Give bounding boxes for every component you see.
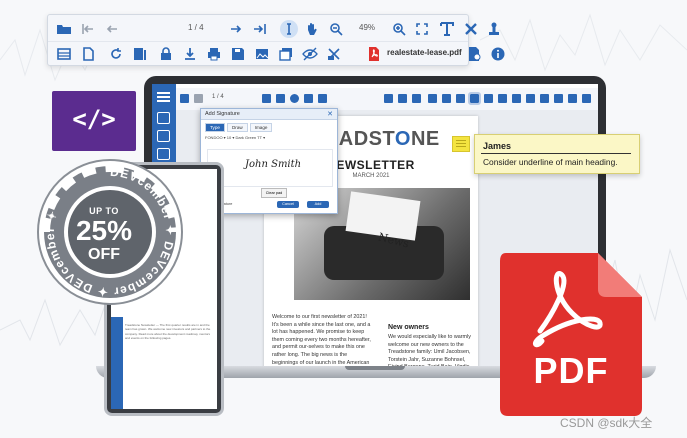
open-folder-icon[interactable] [180,94,189,103]
next-page-icon[interactable] [228,21,244,37]
close-icon[interactable]: ✕ [327,110,333,118]
info-icon[interactable] [490,46,506,62]
redact-icon[interactable] [582,94,591,103]
chip-percent: 25% [75,215,133,246]
tools-icon[interactable] [463,21,479,37]
article-text: Welcome to our first newsletter of 2021!… [272,314,371,370]
signature-tabs: Type Draw Image [205,123,274,132]
lock-icon[interactable] [484,94,493,103]
note-author: James [483,141,512,151]
toolbar-row-1: 1 / 4 49% [48,17,499,41]
pdf-toolbar: 1 / 4 49% realestate-lease.pdf [47,14,505,66]
stamp-icon[interactable] [486,21,502,37]
thumbnails-panel-icon[interactable] [157,112,170,124]
dialog-title: Add Signature [205,111,240,117]
rotate-icon[interactable] [108,46,124,62]
tab-type[interactable]: Type [205,123,225,132]
last-page-icon[interactable] [276,94,285,103]
hide-annotations-icon[interactable] [568,94,577,103]
zoom-in-icon[interactable] [391,21,407,37]
lock-icon[interactable] [158,46,174,62]
pdf-label: PDF [533,350,609,391]
layout-icon[interactable] [468,92,481,105]
clear-pad-button[interactable]: Clear pad [261,188,287,198]
toolbar-row-2: realestate-lease.pdf [48,41,505,66]
zoom-level[interactable]: 49% [359,23,375,32]
single-page-icon[interactable] [80,46,96,62]
last-page-icon[interactable] [252,21,268,37]
sticky-note-icon[interactable] [452,136,470,152]
file-name: realestate-lease.pdf [387,48,462,57]
redact-icon[interactable] [326,46,342,62]
print-icon[interactable] [206,46,222,62]
first-page-icon[interactable] [194,94,203,103]
menu-icon[interactable] [157,92,170,102]
download-icon[interactable] [182,46,198,62]
save-icon[interactable] [230,46,246,62]
first-page-icon[interactable] [80,21,96,37]
pan-hand-icon[interactable] [304,94,313,103]
tablet-text: Treadstone Newsletter — The first quarte… [125,323,211,341]
document-properties-icon[interactable] [466,46,482,62]
text-select-tool-icon[interactable] [280,20,298,38]
fit-page-icon[interactable] [414,21,430,37]
dialog-header: Add Signature ✕ [201,109,337,120]
watermark: CSDN @sdk大全 [560,416,653,430]
hide-annotations-icon[interactable] [302,46,318,62]
thumbnails-icon[interactable] [428,94,437,103]
tab-image[interactable]: Image [249,123,273,132]
next-page-icon[interactable] [262,94,271,103]
text-tool-icon[interactable] [439,21,455,37]
zoom-out-icon[interactable] [328,21,344,37]
stamp-icon[interactable] [412,94,421,103]
gallery-icon[interactable] [554,94,563,103]
cancel-button[interactable]: Cancel [277,201,299,208]
viewer-page-indicator[interactable]: 1 / 4 [212,94,224,100]
tools-icon[interactable] [398,94,407,103]
new-owners-heading: New owners [388,324,429,331]
code-badge: </> [52,91,136,151]
gallery-icon[interactable] [278,46,294,62]
note-text: Consider underline of main heading. [483,157,618,167]
text-select-tool-icon[interactable] [290,94,299,103]
image-icon[interactable] [254,46,270,62]
print-icon[interactable] [512,94,521,103]
rotate-icon[interactable] [456,94,465,103]
comment-note: James Consider underline of main heading… [474,134,640,174]
single-page-icon[interactable] [442,94,451,103]
pan-hand-icon[interactable] [304,21,320,37]
pdf-file-icon [366,46,382,62]
download-icon[interactable] [498,94,507,103]
tab-draw[interactable]: Draw [226,123,248,132]
signature-font-options[interactable]: FONDOO ▾ 10 ▾ Dark Green TT ▾ [205,135,265,140]
previous-page-icon[interactable] [104,21,120,37]
image-icon[interactable] [540,94,549,103]
laptop-notch [345,366,405,370]
save-icon[interactable] [526,94,535,103]
new-owners-text: We would especially like to warmly welco… [388,334,471,370]
page-indicator[interactable]: 1 / 4 [188,23,204,32]
add-button[interactable]: Add [307,201,329,208]
chip-off: OFF [88,246,120,263]
outline-panel-icon[interactable] [157,130,170,142]
open-folder-icon[interactable] [56,21,72,37]
text-tool-icon[interactable] [384,94,393,103]
code-icon: </> [72,105,116,133]
zoom-out-icon[interactable] [318,94,327,103]
layout-icon[interactable] [132,46,148,62]
thumbnails-icon[interactable] [56,46,72,62]
signature-text: John Smith [245,159,302,170]
